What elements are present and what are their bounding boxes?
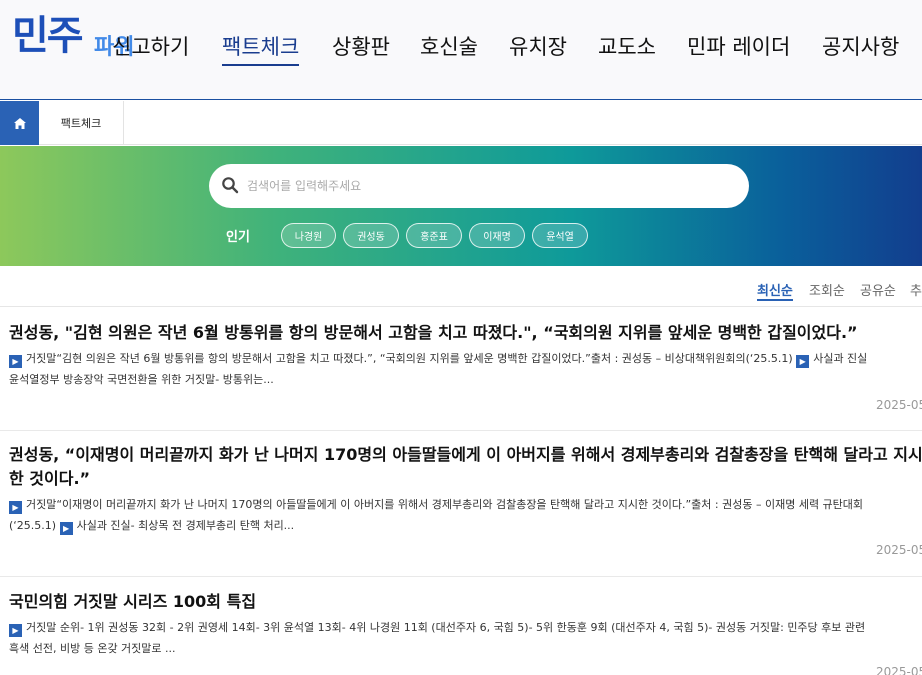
nav-item-detention[interactable]: 유치장: [509, 30, 567, 64]
play-icon: ▶: [796, 355, 810, 368]
article-title[interactable]: 권성동, “이재명이 머리끝까지 화가 난 나머지 170명의 아들딸들에게 이…: [9, 443, 922, 491]
sort-latest[interactable]: 최신순: [757, 280, 793, 301]
popular-tag[interactable]: 이재명: [469, 223, 525, 248]
nav-item-prison[interactable]: 교도소: [598, 30, 656, 64]
article-item[interactable]: 권성동, "김현 의원은 작년 6월 방통위를 항의 방문해서 고함을 치고 따…: [0, 307, 922, 431]
main-nav: 신고하기 팩트체크 상황판 호신술 유치장 교도소 민파 레이더 공지사항: [0, 0, 922, 100]
popular-tag[interactable]: 윤석열: [532, 223, 588, 248]
nav-item-self-defense[interactable]: 호신술: [420, 30, 478, 64]
nav-item-factcheck[interactable]: 팩트체크: [222, 30, 300, 66]
nav-item-dashboard[interactable]: 상황판: [332, 30, 390, 64]
sort-shares[interactable]: 공유순: [860, 280, 896, 299]
play-icon: ▶: [9, 355, 22, 368]
article-date: 2025-05-: [876, 398, 922, 412]
article-item[interactable]: 국민의힘 거짓말 시리즈 100회 특집 ▶ 거짓말 순위- 1위 권성동 32회…: [0, 577, 922, 675]
search-icon[interactable]: [221, 176, 239, 194]
popular-tag[interactable]: 홍준표: [406, 223, 462, 248]
article-summary: ▶ 거짓말 순위- 1위 권성동 32회 - 2위 권영세 14회- 3위 윤석열…: [9, 621, 866, 655]
search-hero: 인기 나경원 권성동 홍준표 이재명 윤석열: [0, 146, 922, 266]
article-summary: ▶ 거짓말“이재명이 머리끝까지 화가 난 나머지 170명의 아들딸들에게 이 …: [9, 498, 864, 535]
nav-item-notice[interactable]: 공지사항: [822, 30, 899, 64]
article-date: 2025-05-: [876, 665, 922, 675]
home-button[interactable]: [0, 101, 39, 145]
popular-tag[interactable]: 권성동: [343, 223, 399, 248]
sort-views[interactable]: 조회순: [809, 280, 845, 299]
article-item[interactable]: 권성동, “이재명이 머리끝까지 화가 난 나머지 170명의 아들딸들에게 이…: [0, 431, 922, 577]
sort-recommend[interactable]: 추: [910, 280, 922, 299]
popular-label: 인기: [226, 230, 250, 245]
play-icon: ▶: [59, 522, 73, 535]
search-input[interactable]: [247, 172, 727, 200]
article-title[interactable]: 국민의힘 거짓말 시리즈 100회 특집: [9, 590, 256, 614]
article-summary: ▶ 거짓말“김현 의원은 작년 6월 방통위를 항의 방문해서 고함을 치고 따졌…: [9, 352, 868, 386]
article-date: 2025-05-: [876, 543, 922, 557]
sort-tabs: 최신순 조회순 공유순 추: [0, 266, 922, 307]
search-box[interactable]: [209, 164, 749, 208]
play-icon: ▶: [9, 501, 22, 514]
play-icon: ▶: [9, 624, 22, 637]
breadcrumb: 팩트체크: [0, 101, 922, 145]
breadcrumb-current[interactable]: 팩트체크: [39, 101, 124, 145]
popular-tag[interactable]: 나경원: [281, 223, 336, 248]
site-header: 민주 파워 신고하기 팩트체크 상황판 호신술 유치장 교도소 민파 레이더 공…: [0, 0, 922, 100]
nav-item-report[interactable]: 신고하기: [112, 30, 189, 64]
article-title[interactable]: 권성동, "김현 의원은 작년 6월 방통위를 항의 방문해서 고함을 치고 따…: [9, 321, 858, 345]
home-icon: [13, 117, 26, 129]
nav-item-radar[interactable]: 민파 레이더: [687, 30, 790, 64]
